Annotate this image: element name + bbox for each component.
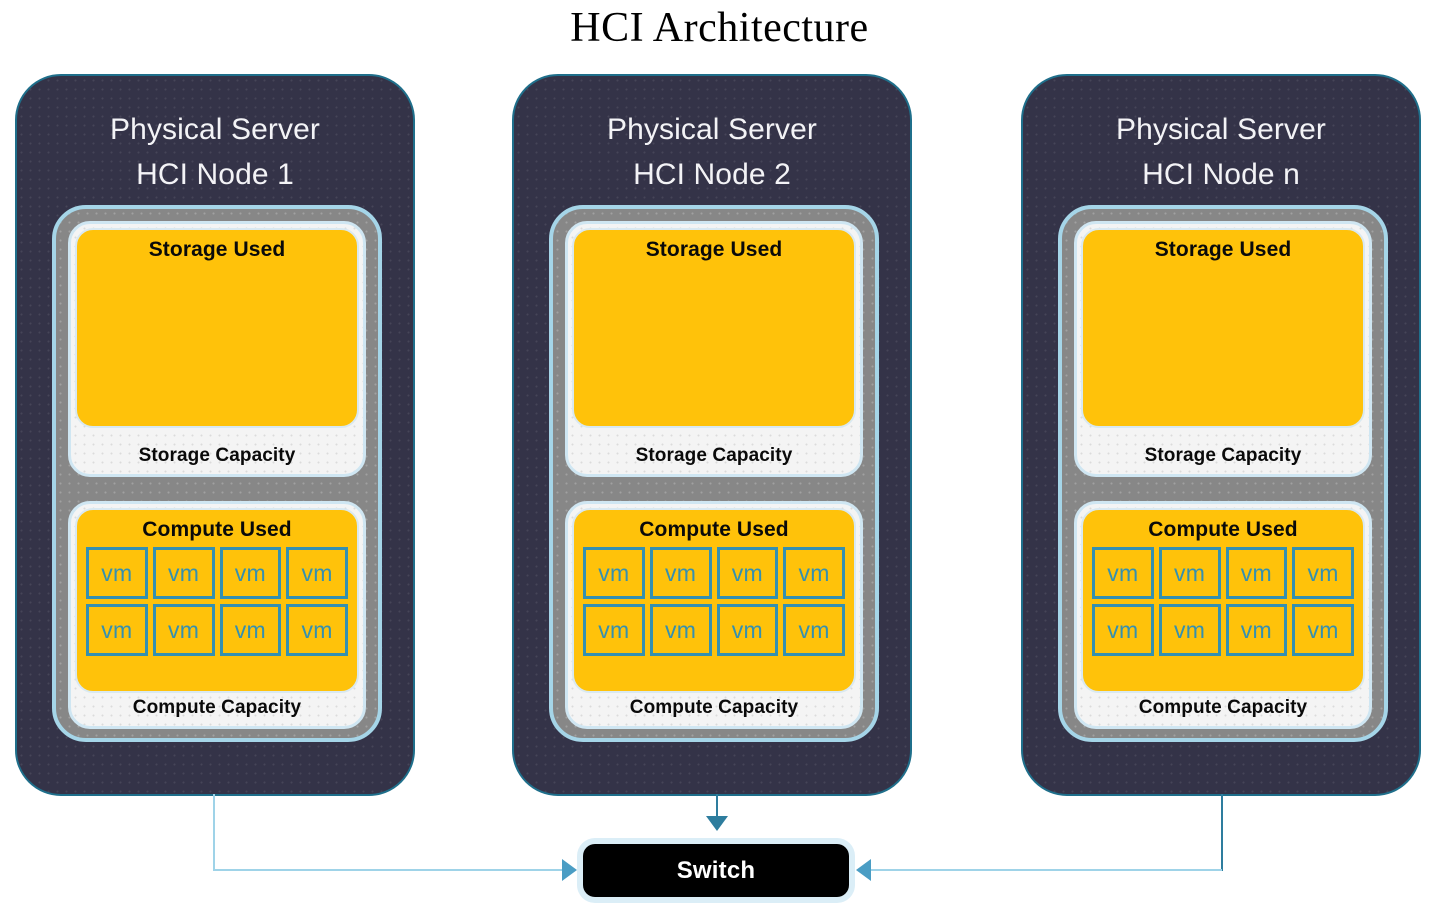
compute-used-label: Compute Used bbox=[142, 518, 292, 541]
compute-capacity-label: Compute Capacity bbox=[132, 697, 302, 718]
resource-container: Storage Used Storage Capacity Compute Us… bbox=[1058, 205, 1388, 742]
vm-box[interactable]: vm bbox=[1225, 604, 1288, 656]
vm-box[interactable]: vm bbox=[152, 604, 215, 656]
connector-node2-vertical bbox=[716, 794, 718, 818]
storage-capacity-box[interactable]: Storage Used Storage Capacity bbox=[68, 221, 366, 477]
vm-box[interactable]: vm bbox=[1092, 547, 1154, 599]
storage-capacity-label: Storage Capacity bbox=[1144, 445, 1302, 466]
connector-node1-vertical bbox=[213, 794, 215, 871]
vm-box[interactable]: vm bbox=[716, 547, 779, 599]
storage-used-box[interactable]: Storage Used bbox=[1081, 228, 1365, 428]
switch-node[interactable]: Switch bbox=[577, 838, 855, 903]
vm-box[interactable]: vm bbox=[1292, 547, 1354, 599]
switch-body: Switch bbox=[583, 844, 849, 897]
node-title: Physical Server HCI Node 1 bbox=[17, 107, 413, 197]
vm-box[interactable]: vm bbox=[1292, 604, 1354, 656]
node-title: Physical Server HCI Node n bbox=[1023, 107, 1419, 197]
switch-label: Switch bbox=[676, 856, 756, 884]
compute-capacity-label: Compute Capacity bbox=[1138, 697, 1308, 718]
storage-used-label: Storage Used bbox=[148, 238, 286, 261]
compute-used-box[interactable]: Compute Used vm vm vm vm vm vm vm vm bbox=[75, 508, 359, 693]
page-title: HCI Architecture bbox=[570, 5, 869, 51]
compute-capacity-label: Compute Capacity bbox=[629, 697, 799, 718]
storage-capacity-box[interactable]: Storage Used Storage Capacity bbox=[1074, 221, 1372, 477]
storage-capacity-label: Storage Capacity bbox=[635, 445, 793, 466]
compute-used-box[interactable]: Compute Used vm vm vm vm vm vm vm vm bbox=[572, 508, 856, 693]
node-title-line1: Physical Server bbox=[1116, 113, 1326, 146]
connector-node1-horizontal bbox=[213, 869, 566, 871]
hci-node-card[interactable]: Physical Server HCI Node n Storage Used … bbox=[1021, 74, 1421, 796]
vm-box[interactable]: vm bbox=[219, 604, 282, 656]
vm-box[interactable]: vm bbox=[86, 547, 148, 599]
resource-container: Storage Used Storage Capacity Compute Us… bbox=[549, 205, 879, 742]
storage-capacity-box[interactable]: Storage Used Storage Capacity bbox=[565, 221, 863, 477]
compute-capacity-box[interactable]: Compute Used vm vm vm vm vm vm vm vm Com… bbox=[68, 501, 366, 729]
vm-box[interactable]: vm bbox=[219, 547, 282, 599]
compute-used-label: Compute Used bbox=[639, 518, 789, 541]
compute-capacity-box[interactable]: Compute Used vm vm vm vm vm vm vm vm Com… bbox=[565, 501, 863, 729]
storage-used-box[interactable]: Storage Used bbox=[572, 228, 856, 428]
vm-grid: vm vm vm vm vm vm vm vm bbox=[77, 542, 357, 656]
node-title-line2: HCI Node n bbox=[1142, 158, 1300, 191]
vm-box[interactable]: vm bbox=[649, 604, 712, 656]
vm-box[interactable]: vm bbox=[649, 547, 712, 599]
compute-used-box[interactable]: Compute Used vm vm vm vm vm vm vm vm bbox=[1081, 508, 1365, 693]
vm-box[interactable]: vm bbox=[286, 604, 348, 656]
node-title-line1: Physical Server bbox=[607, 113, 817, 146]
node-title-line1: Physical Server bbox=[110, 113, 320, 146]
hci-node-card[interactable]: Physical Server HCI Node 2 Storage Used … bbox=[512, 74, 912, 796]
compute-used-label: Compute Used bbox=[1148, 518, 1298, 541]
vm-box[interactable]: vm bbox=[152, 547, 215, 599]
vm-box[interactable]: vm bbox=[286, 547, 348, 599]
compute-capacity-box[interactable]: Compute Used vm vm vm vm vm vm vm vm Com… bbox=[1074, 501, 1372, 729]
storage-used-box[interactable]: Storage Used bbox=[75, 228, 359, 428]
vm-box[interactable]: vm bbox=[1092, 604, 1154, 656]
storage-used-label: Storage Used bbox=[1154, 238, 1292, 261]
vm-box[interactable]: vm bbox=[1158, 604, 1221, 656]
vm-box[interactable]: vm bbox=[783, 547, 845, 599]
node-title-line2: HCI Node 1 bbox=[136, 158, 294, 191]
storage-capacity-label: Storage Capacity bbox=[138, 445, 296, 466]
vm-box[interactable]: vm bbox=[783, 604, 845, 656]
vm-box[interactable]: vm bbox=[86, 604, 148, 656]
vm-grid: vm vm vm vm vm vm vm vm bbox=[1083, 542, 1363, 656]
vm-grid: vm vm vm vm vm vm vm vm bbox=[574, 542, 854, 656]
resource-container: Storage Used Storage Capacity Compute Us… bbox=[52, 205, 382, 742]
hci-node-card[interactable]: Physical Server HCI Node 1 Storage Used … bbox=[15, 74, 415, 796]
vm-box[interactable]: vm bbox=[583, 547, 645, 599]
node-title: Physical Server HCI Node 2 bbox=[514, 107, 910, 197]
node-title-line2: HCI Node 2 bbox=[633, 158, 791, 191]
arrow-into-switch-left bbox=[562, 859, 577, 881]
arrow-into-switch-right bbox=[856, 859, 871, 881]
vm-box[interactable]: vm bbox=[716, 604, 779, 656]
connector-node3-horizontal bbox=[869, 869, 1222, 871]
vm-box[interactable]: vm bbox=[1158, 547, 1221, 599]
arrow-into-switch-top bbox=[706, 816, 728, 831]
storage-used-label: Storage Used bbox=[645, 238, 783, 261]
connector-node3-vertical bbox=[1221, 794, 1223, 871]
vm-box[interactable]: vm bbox=[1225, 547, 1288, 599]
vm-box[interactable]: vm bbox=[583, 604, 645, 656]
